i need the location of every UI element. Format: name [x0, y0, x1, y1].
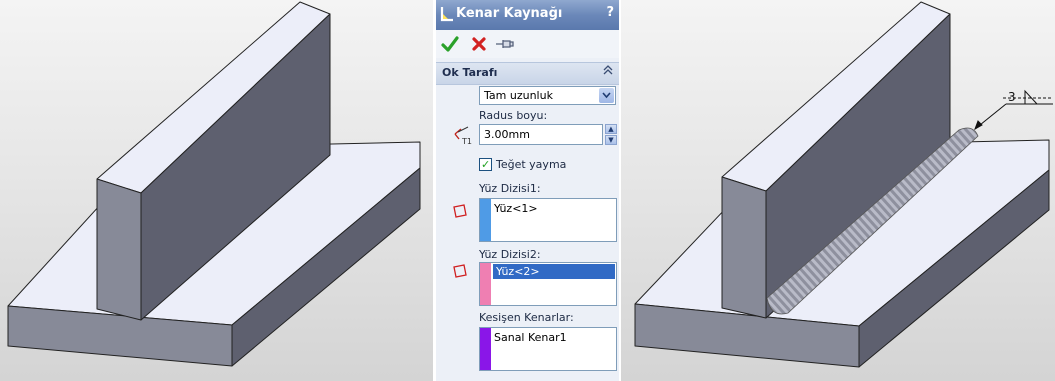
face-set2-color-swatch — [480, 263, 491, 305]
left-model-viewport[interactable] — [0, 0, 433, 381]
t-joint-weld-model: 3 — [634, 1, 1053, 368]
radius-size-icon: T1 — [454, 126, 472, 146]
face-set1-list[interactable]: Yüz<1> — [479, 198, 617, 242]
spinner-down-icon[interactable]: ▼ — [605, 135, 617, 145]
list-item-selected[interactable]: Yüz<2> — [493, 264, 615, 279]
radius-size-input[interactable]: 3.00mm — [479, 124, 603, 145]
collapse-chevrons-icon[interactable] — [603, 64, 613, 79]
tangent-propagation-checkbox[interactable]: ✓ — [479, 158, 492, 171]
spinner-up-icon[interactable]: ▲ — [605, 124, 617, 134]
intersecting-edges-label: Kesişen Kenarlar: — [479, 311, 574, 324]
weld-size-label: 3 — [1008, 90, 1016, 104]
face-select-icon — [453, 264, 467, 278]
radius-label: Radus boyu: — [479, 109, 548, 122]
right-model-viewport[interactable]: 3 — [621, 0, 1055, 381]
face-set2-list[interactable]: Yüz<2> — [479, 262, 617, 306]
arrow-side-section-header[interactable]: Ok Tarafı — [436, 62, 619, 85]
face-set2-label: Yüz Dizisi2: — [479, 248, 541, 261]
radius-spinner[interactable]: ▲ ▼ — [605, 124, 617, 145]
intersecting-edges-color-swatch — [480, 328, 491, 370]
chevron-down-icon[interactable] — [599, 88, 614, 103]
radius-size-value: 3.00mm — [484, 128, 530, 141]
panel-title-bar: Kenar Kaynağı ? — [436, 0, 619, 30]
section-title: Ok Tarafı — [442, 66, 498, 79]
help-icon[interactable]: ? — [606, 5, 614, 20]
list-item[interactable]: Yüz<1> — [494, 202, 538, 215]
face-set1-label: Yüz Dizisi1: — [479, 182, 541, 195]
intersecting-edges-list[interactable]: Sanal Kenar1 — [479, 327, 617, 371]
cancel-icon[interactable] — [470, 35, 488, 53]
weld-bead-property-panel: Kenar Kaynağı ? Ok Tarafı Tam uzunluk Ra… — [436, 0, 619, 381]
web-end-face — [721, 176, 767, 319]
panel-title: Kenar Kaynağı — [456, 6, 563, 21]
check-icon: ✓ — [481, 158, 491, 171]
face-set1-color-swatch — [480, 199, 491, 241]
face-select-icon — [453, 204, 467, 218]
t-joint-model — [7, 1, 421, 367]
svg-text:T1: T1 — [461, 137, 472, 146]
pushpin-icon[interactable] — [495, 35, 514, 53]
list-item[interactable]: Sanal Kenar1 — [494, 331, 567, 344]
web-end-face — [96, 178, 142, 321]
fillet-weld-icon — [440, 7, 453, 22]
panel-toolbar — [436, 30, 619, 58]
ok-icon[interactable] — [441, 35, 459, 53]
weld-length-select-value: Tam uzunluk — [484, 89, 553, 102]
weld-length-select[interactable]: Tam uzunluk — [479, 86, 616, 105]
tangent-propagation-label: Teğet yayma — [496, 158, 567, 171]
